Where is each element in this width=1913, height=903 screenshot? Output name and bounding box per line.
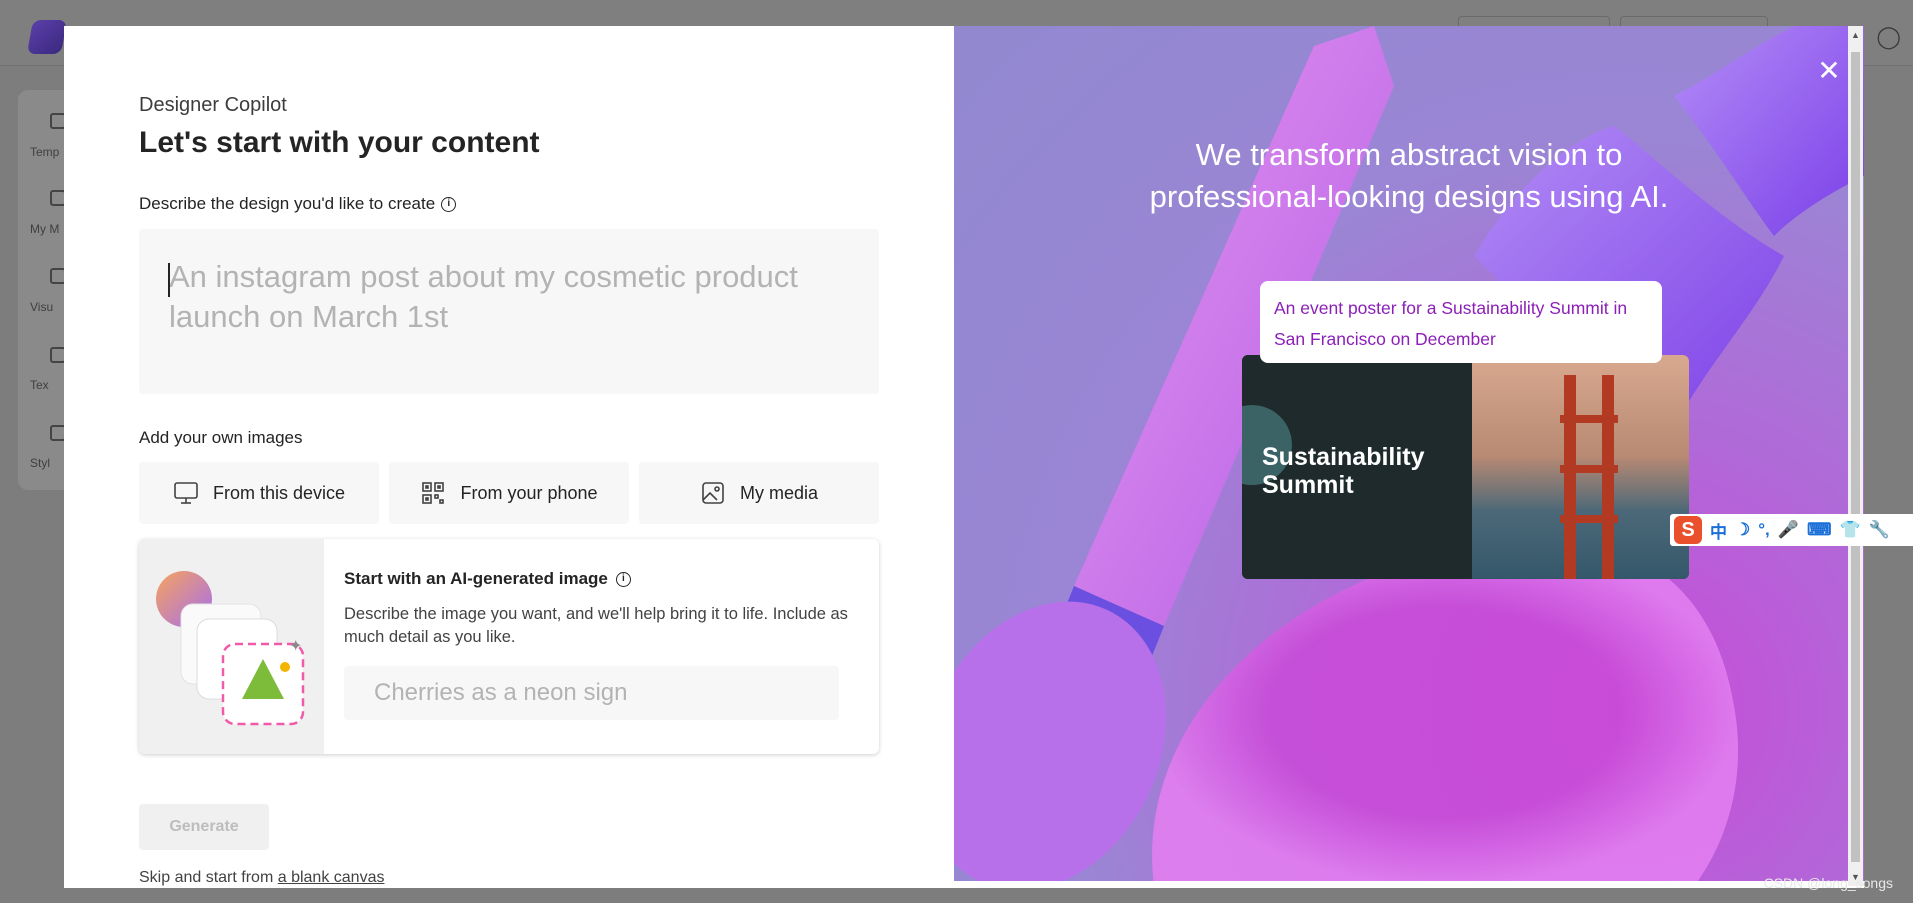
headline-line-2: professional-looking designs using AI.: [1149, 179, 1669, 214]
sogou-logo-icon[interactable]: S: [1674, 516, 1702, 544]
info-icon[interactable]: i: [615, 571, 631, 587]
promo-headline: We transform abstract vision to professi…: [954, 134, 1864, 218]
scroll-thumb[interactable]: [1851, 52, 1860, 862]
skip-prefix: Skip and start from: [139, 869, 274, 886]
designer-logo: [27, 20, 67, 54]
ime-toolbar: S 中 ☽ °, 🎤 ⌨ 👕 🔧: [1670, 514, 1913, 546]
sidebar-item-label: Visu: [30, 300, 54, 314]
ai-image-prompt-input[interactable]: [344, 666, 839, 720]
from-phone-label: From your phone: [460, 482, 598, 503]
promo-pane: ✕ We transform abstract vision to profes…: [954, 26, 1864, 881]
ai-card-description: Describe the image you want, and we'll h…: [344, 605, 848, 646]
generate-button[interactable]: Generate: [139, 804, 269, 850]
ai-card-title: Start with an AI-generated image i: [344, 569, 631, 589]
sample-poster: Sustainability Summit: [1242, 355, 1689, 579]
content-pane: Designer Copilot Let's start with your c…: [64, 26, 954, 888]
svg-text:✦: ✦: [289, 638, 302, 655]
blank-canvas-link[interactable]: a blank canvas: [278, 869, 385, 886]
poster-title: Sustainability Summit: [1262, 443, 1425, 499]
poster-title-line-1: Sustainability: [1262, 443, 1425, 471]
describe-label: Describe the design you'd like to create…: [139, 194, 457, 214]
vertical-scrollbar[interactable]: ▲ ▼: [1848, 26, 1863, 886]
sidebar-item-label: Tex: [30, 378, 49, 392]
skin-icon[interactable]: 👕: [1840, 520, 1861, 540]
example-prompt-bubble: An event poster for a Sustainability Sum…: [1260, 281, 1662, 363]
describe-label-text: Describe the design you'd like to create: [139, 194, 436, 213]
qr-code-icon: [422, 482, 445, 504]
skip-text: Skip and start from a blank canvas: [139, 869, 384, 887]
ai-illustration: ✦: [139, 539, 324, 754]
chinese-mode-icon[interactable]: 中: [1710, 518, 1727, 543]
microphone-icon[interactable]: 🎤: [1778, 520, 1799, 540]
user-icon: ◯: [1876, 24, 1901, 49]
modal-subtitle: Designer Copilot: [139, 94, 287, 116]
my-media-label: My media: [739, 482, 819, 503]
scroll-up-icon[interactable]: ▲: [1850, 30, 1861, 40]
image-icon: [702, 482, 724, 504]
my-media-button[interactable]: My media: [639, 462, 879, 524]
keyboard-icon[interactable]: ⌨: [1807, 520, 1832, 540]
add-images-label: Add your own images: [139, 428, 303, 447]
sidebar-item-label: Styl: [30, 456, 51, 470]
sidebar-item-label: Temp: [30, 145, 60, 159]
text-caret: [168, 263, 170, 297]
monitor-icon: [174, 482, 198, 504]
watermark: CSDN @long_songs: [1763, 875, 1893, 891]
modal-title: Let's start with your content: [139, 126, 540, 159]
sidebar-item-label: My M: [30, 222, 60, 236]
from-device-label: From this device: [212, 482, 346, 503]
close-icon[interactable]: ✕: [1814, 56, 1844, 86]
bridge-tower: [1564, 375, 1576, 579]
copilot-modal: Designer Copilot Let's start with your c…: [64, 26, 1864, 888]
bridge-tower: [1602, 375, 1614, 579]
ai-image-card: ✦ Start with an AI-generated image i Des…: [139, 539, 879, 754]
design-prompt-input[interactable]: [139, 229, 879, 394]
headline-line-1: We transform abstract vision to: [1195, 137, 1623, 172]
ai-card-title-text: Start with an AI-generated image: [344, 569, 608, 588]
from-device-button[interactable]: From this device: [139, 462, 379, 524]
info-icon[interactable]: i: [441, 196, 457, 212]
from-phone-button[interactable]: From your phone: [389, 462, 629, 524]
moon-icon[interactable]: ☽: [1735, 520, 1750, 540]
bridge-beam: [1560, 515, 1618, 523]
punctuation-icon[interactable]: °,: [1758, 520, 1770, 540]
poster-bridge-photo: [1472, 355, 1689, 579]
bridge-beam: [1560, 415, 1618, 423]
tools-icon[interactable]: 🔧: [1869, 520, 1890, 540]
poster-title-line-2: Summit: [1262, 471, 1354, 499]
bridge-beam: [1560, 465, 1618, 473]
ai-illustration-graphic: ✦: [156, 571, 305, 726]
poster-dark-panel: Sustainability Summit: [1242, 355, 1472, 579]
